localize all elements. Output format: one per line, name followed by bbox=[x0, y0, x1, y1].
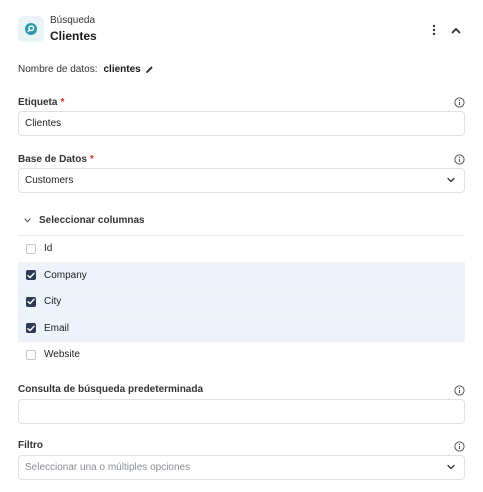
pencil-icon[interactable] bbox=[145, 65, 154, 74]
info-icon[interactable] bbox=[454, 385, 465, 396]
data-name-label: Nombre de datos: bbox=[18, 64, 98, 75]
etiqueta-label: Etiqueta * bbox=[18, 97, 64, 108]
checkbox[interactable] bbox=[26, 296, 36, 307]
search-icon bbox=[18, 16, 44, 42]
column-item-label: Id bbox=[44, 243, 53, 255]
consulta-label: Consulta de búsqueda predeterminada bbox=[18, 384, 204, 395]
info-icon[interactable] bbox=[454, 154, 465, 165]
base-label: Base de Datos * bbox=[18, 154, 94, 165]
column-item-label: Website bbox=[44, 349, 80, 361]
checkbox[interactable] bbox=[26, 349, 36, 360]
etiqueta-input[interactable]: Clientes bbox=[18, 111, 465, 136]
info-icon[interactable] bbox=[454, 441, 465, 452]
select-columns-toggle[interactable]: Seleccionar columnas bbox=[24, 215, 145, 226]
checkbox[interactable] bbox=[26, 270, 36, 281]
column-item-city[interactable]: City bbox=[18, 288, 465, 315]
data-name-row: Nombre de datos: clientes bbox=[18, 64, 154, 75]
required-mark: * bbox=[89, 154, 94, 165]
component-title: Clientes bbox=[50, 29, 97, 43]
filtro-select[interactable]: Seleccionar una o múltiples opciones bbox=[18, 455, 465, 480]
column-item-label: City bbox=[44, 296, 62, 308]
consulta-input[interactable] bbox=[18, 399, 465, 424]
base-select-value: Customers bbox=[25, 175, 74, 186]
chevron-down-icon bbox=[447, 464, 455, 470]
column-item-label: Company bbox=[44, 269, 87, 281]
filtro-placeholder: Seleccionar una o múltiples opciones bbox=[25, 462, 191, 473]
more-options-icon[interactable] bbox=[429, 22, 439, 38]
column-item-company[interactable]: Company bbox=[18, 261, 465, 288]
check-icon bbox=[27, 298, 35, 305]
select-columns-label: Seleccionar columnas bbox=[39, 215, 145, 226]
base-label-text: Base de Datos bbox=[18, 154, 87, 165]
column-item-label: Email bbox=[44, 322, 70, 334]
chevron-up-icon[interactable] bbox=[449, 22, 463, 38]
checkbox[interactable] bbox=[26, 323, 36, 334]
column-item-email[interactable]: Email bbox=[18, 314, 465, 341]
column-item-website[interactable]: Website bbox=[18, 341, 465, 368]
component-type: Búsqueda bbox=[50, 15, 96, 26]
required-mark: * bbox=[60, 97, 65, 108]
etiqueta-label-text: Etiqueta bbox=[18, 97, 58, 108]
section-header: Búsqueda Clientes bbox=[18, 14, 465, 48]
columns-list: Id Company City Email Website bbox=[18, 235, 465, 368]
data-name-value: clientes bbox=[103, 64, 141, 75]
info-icon[interactable] bbox=[454, 97, 465, 108]
filtro-label: Filtro bbox=[18, 440, 43, 451]
checkbox[interactable] bbox=[26, 243, 36, 254]
check-icon bbox=[27, 272, 35, 279]
chevron-down-icon bbox=[447, 177, 455, 183]
chevron-down-icon bbox=[24, 218, 31, 223]
check-icon bbox=[27, 325, 35, 332]
column-item-id[interactable]: Id bbox=[18, 235, 465, 262]
base-select[interactable]: Customers bbox=[18, 168, 465, 193]
